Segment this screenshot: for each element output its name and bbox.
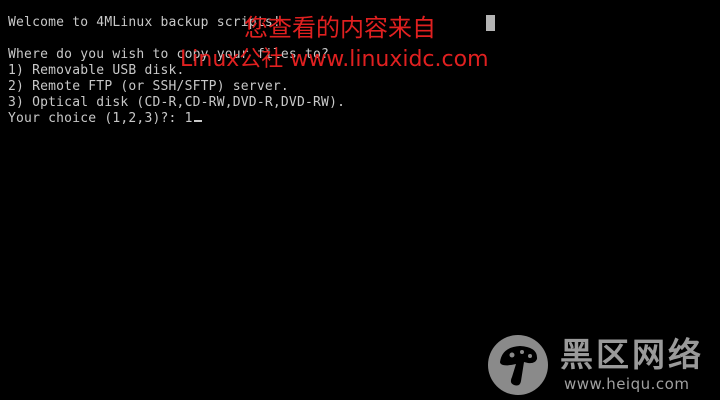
option-ftp: 2) Remote FTP (or SSH/SFTP) server. [8, 79, 289, 94]
option-usb: 1) Removable USB disk. [8, 63, 185, 78]
logo-url: www.heiqu.com [564, 375, 690, 393]
logo-circle [488, 335, 548, 395]
terminal-screen[interactable]: Welcome to 4MLinux backup scripts! Where… [0, 0, 720, 400]
block-cursor [486, 15, 495, 31]
text-cursor [193, 120, 202, 122]
welcome-line: Welcome to 4MLinux backup scripts! [8, 15, 281, 30]
watermark-line2: Linux公社 www.linuxidc.com [180, 47, 489, 72]
logo-name: 黑区网络 [560, 335, 704, 374]
choice-input-line[interactable]: Your choice (1,2,3)?: 1 [8, 111, 202, 127]
option-optical: 3) Optical disk (CD-R,CD-RW,DVD-R,DVD-RW… [8, 95, 346, 110]
choice-input-text: Your choice (1,2,3)?: 1 [8, 111, 193, 126]
mushroom-icon [500, 346, 538, 386]
heiqu-logo: 黑区网络 www.heiqu.com [488, 335, 708, 395]
watermark-line1: 您查看的内容来自 [244, 14, 436, 42]
